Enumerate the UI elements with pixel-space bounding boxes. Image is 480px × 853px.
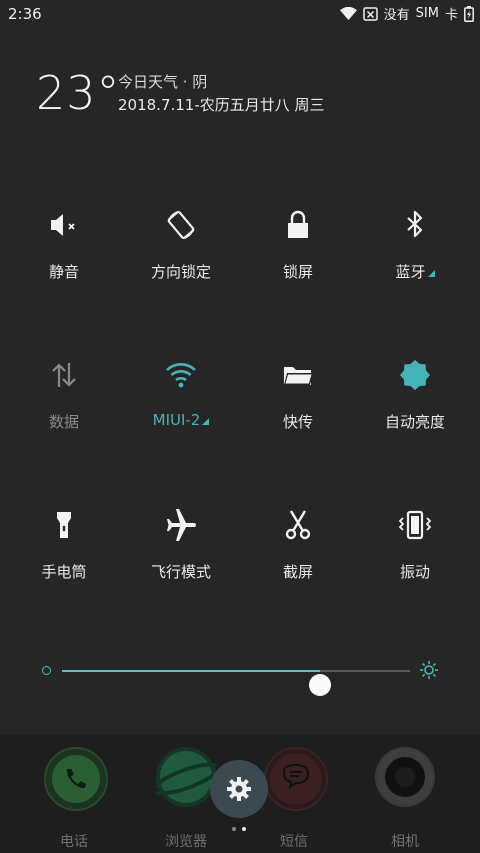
flashlight-icon xyxy=(6,495,122,555)
tile-auto-brightness[interactable]: 自动亮度 xyxy=(357,345,473,445)
wifi-status-icon xyxy=(339,7,357,20)
status-icons: 没有 SIM 卡 xyxy=(339,4,474,23)
tile-label: 振动 xyxy=(399,563,430,581)
tile-label: 截屏 xyxy=(282,563,313,581)
tile-rotation-lock[interactable]: 方向锁定 xyxy=(123,195,239,295)
status-time: 2:36 xyxy=(8,5,42,23)
app-camera[interactable]: 相机 xyxy=(357,747,453,851)
status-bar: 2:36 没有 SIM 卡 xyxy=(0,0,480,28)
tile-label: 飞行模式 xyxy=(150,563,211,581)
tile-label-text: MIUI-2 xyxy=(152,411,201,429)
tile-wifi[interactable]: MIUI-2 xyxy=(123,345,239,445)
tile-vibrate[interactable]: 振动 xyxy=(357,495,473,595)
wifi-icon xyxy=(123,345,239,405)
tile-label: 手电筒 xyxy=(41,563,87,581)
tile-label: 静音 xyxy=(48,263,79,281)
tile-airplane-mode[interactable]: 飞行模式 xyxy=(123,495,239,595)
tile-screenshot[interactable]: 截屏 xyxy=(240,495,356,595)
tile-label-text: 蓝牙 xyxy=(395,263,426,281)
app-phone[interactable]: 电话 xyxy=(26,747,122,851)
bluetooth-icon xyxy=(357,195,473,255)
airplane-icon xyxy=(123,495,239,555)
folder-icon xyxy=(240,345,356,405)
tile-label: MIUI-2 xyxy=(123,411,239,429)
tile-label: 方向锁定 xyxy=(150,263,211,281)
app-label: 短信 xyxy=(280,834,308,850)
battery-charging-icon xyxy=(464,5,474,22)
carrier-text-sim: SIM xyxy=(415,6,439,21)
app-label: 相机 xyxy=(391,834,419,850)
gear-icon xyxy=(227,777,251,801)
camera-icon xyxy=(375,747,435,807)
settings-button[interactable] xyxy=(210,760,268,818)
tile-mute[interactable]: 静音 xyxy=(6,195,122,295)
rotation-lock-icon xyxy=(123,195,239,255)
scissors-icon xyxy=(240,495,356,555)
tile-quick-transfer[interactable]: 快传 xyxy=(240,345,356,445)
lock-icon xyxy=(240,195,356,255)
tile-flashlight[interactable]: 手电筒 xyxy=(6,495,122,595)
auto-brightness-icon xyxy=(357,345,473,405)
carrier-text: 没有 xyxy=(383,8,410,23)
page-dot-active xyxy=(242,827,246,831)
browser-icon xyxy=(151,747,221,807)
brightness-thumb[interactable] xyxy=(308,674,331,696)
brightness-low-icon xyxy=(42,666,51,675)
app-label: 电话 xyxy=(60,834,88,850)
tile-label: 快传 xyxy=(282,413,313,431)
data-icon xyxy=(6,345,122,405)
tile-label: 数据 xyxy=(48,413,79,431)
tile-label: 蓝牙 xyxy=(357,261,473,282)
brightness-high-icon xyxy=(420,661,438,679)
weather-widget[interactable]: 23° 今日天气 · 阴 2018.7.11-农历五月廿八 周三 xyxy=(36,66,456,126)
vibrate-icon xyxy=(357,495,473,555)
weather-condition: 今日天气 · 阴 xyxy=(118,73,208,91)
tile-label: 锁屏 xyxy=(282,263,313,281)
tile-bluetooth[interactable]: 蓝牙 xyxy=(357,195,473,295)
app-label: 浏览器 xyxy=(165,834,207,850)
page-dot xyxy=(232,827,236,831)
messages-icon xyxy=(264,747,328,811)
brightness-track[interactable] xyxy=(62,670,410,696)
tile-data[interactable]: 数据 xyxy=(6,345,122,445)
phone-icon xyxy=(44,747,108,811)
tile-label: 自动亮度 xyxy=(384,413,445,431)
brightness-fill xyxy=(62,670,320,672)
page-indicator xyxy=(232,827,246,831)
temperature: 23° xyxy=(36,66,121,120)
tile-lock-screen[interactable]: 锁屏 xyxy=(240,195,356,295)
carrier-text-card: 卡 xyxy=(444,8,458,23)
no-sim-icon xyxy=(362,6,378,21)
expand-triangle-icon[interactable] xyxy=(202,418,210,425)
expand-triangle-icon[interactable] xyxy=(427,270,435,277)
date-lunar: 2018.7.11-农历五月廿八 周三 xyxy=(118,96,325,114)
mute-icon xyxy=(6,195,122,255)
brightness-slider[interactable] xyxy=(40,655,440,696)
